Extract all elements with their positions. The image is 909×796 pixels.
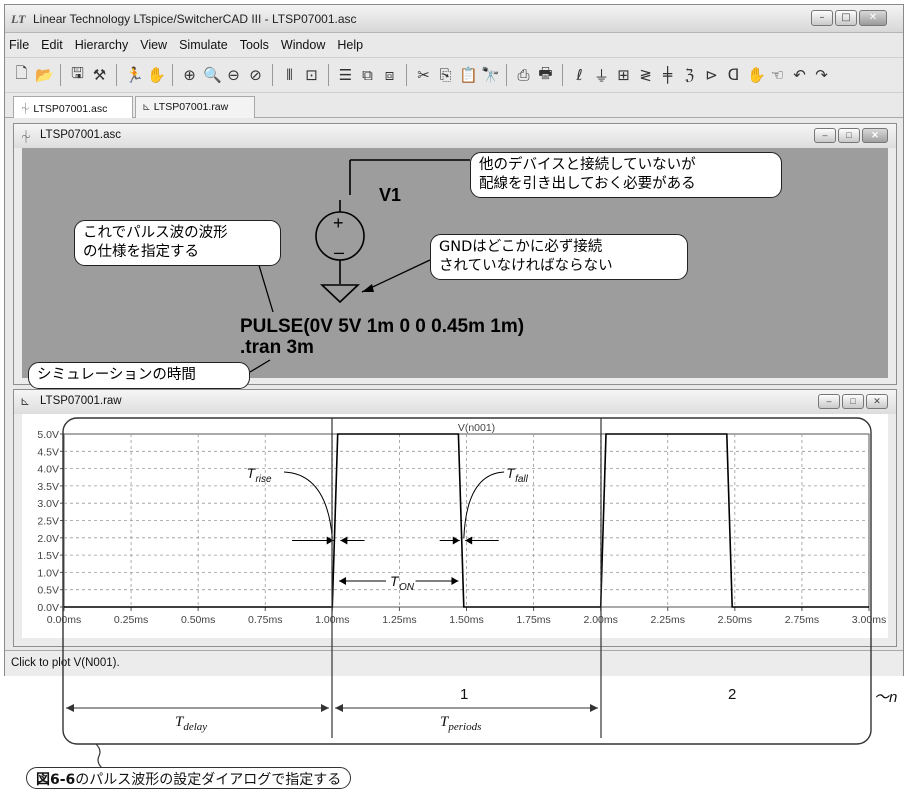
y-tick-label: 2.5V: [37, 516, 59, 528]
y-tick-label: 5.0V: [37, 429, 59, 441]
y-tick-label: 0.0V: [37, 602, 59, 614]
y-tick-label: 3.0V: [37, 498, 59, 510]
period-n-label: ～n: [874, 689, 898, 706]
period-1-label: 1: [460, 686, 469, 703]
y-tick-label: 4.0V: [37, 464, 59, 476]
x-tick-label: 1.75ms: [516, 614, 550, 626]
page: LT Linear Technology LTspice/SwitcherCAD…: [0, 0, 909, 796]
waveform-chart: 5.0V 4.5V 4.0V 3.5V 3.0V 2.5V 2.0V 1.5V 1.0V 0.5V…: [37, 422, 886, 626]
t-delay-label: Tdelay: [175, 714, 208, 733]
x-tick-label: 3.00ms: [852, 614, 886, 626]
y-tick-label: 4.5V: [37, 446, 59, 458]
x-tick-label: 0.25ms: [114, 614, 148, 626]
caption-text: のパルス波形の設定ダイアログで指定する: [75, 772, 342, 788]
x-tick-label: 2.00ms: [583, 614, 617, 626]
x-tick-label: 2.25ms: [651, 614, 685, 626]
y-tick-label: 2.0V: [37, 533, 59, 545]
rise-label-sub: rise: [255, 474, 272, 485]
y-tick-label: 1.5V: [37, 550, 59, 562]
y-tick-label: 1.0V: [37, 567, 59, 579]
x-tick-label: 2.50ms: [718, 614, 752, 626]
y-tick-label: 3.5V: [37, 481, 59, 493]
period-2-label: 2: [728, 686, 737, 703]
x-tick-label: 2.75ms: [785, 614, 819, 626]
x-tick-label: 1.50ms: [449, 614, 483, 626]
x-tick-label: 0.50ms: [181, 614, 215, 626]
x-tick-label: 0.00ms: [47, 614, 81, 626]
x-tick-label: 1.00ms: [315, 614, 349, 626]
t-periods-label: Tperiods: [440, 714, 482, 733]
fall-label-sub: fall: [515, 474, 529, 485]
on-label-sub: ON: [399, 582, 415, 593]
y-tick-label: 0.5V: [37, 585, 59, 597]
trace-name: V(n001): [458, 422, 495, 434]
x-tick-label: 1.25ms: [382, 614, 416, 626]
caption-figure-ref: 図6-6: [36, 772, 76, 788]
figure-caption: 図6-6のパルス波形の設定ダイアログで指定する: [26, 767, 352, 789]
x-tick-label: 0.75ms: [248, 614, 282, 626]
